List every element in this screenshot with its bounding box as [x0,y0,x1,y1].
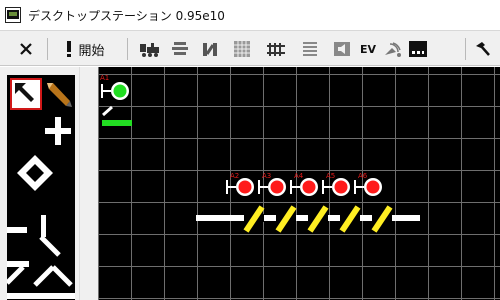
cross-piece[interactable] [43,115,73,147]
hammer-button[interactable] [468,36,496,62]
toolbar-separator [127,38,128,60]
stack-button[interactable] [166,36,194,62]
signal-label: A5 [326,172,336,180]
title-bar: デスクトップステーション 0.95e10 [0,0,500,30]
signal-lamp [334,180,348,194]
ev-button[interactable]: EV [356,36,380,62]
palette-scrollbar[interactable] [79,67,98,300]
start-label: 開始 [78,43,105,59]
signal-label: A2 [230,172,240,180]
layout-grid [98,67,500,300]
signal-lamp [113,84,127,98]
list-button[interactable] [296,36,324,62]
arrow-tool[interactable] [10,78,42,110]
grid-panel-icon [234,41,250,57]
on-display-button[interactable] [404,36,432,62]
window-title: デスクトップステーション 0.95e10 [28,9,225,23]
close-icon [20,43,32,55]
tool-palette [7,75,75,300]
signal-lamp [270,180,284,194]
exclamation-icon [67,41,72,57]
toolbar: 開始 EV [0,30,500,66]
sound-icon [334,42,350,56]
track-pieces[interactable] [7,215,75,300]
list-icon [303,42,317,56]
signal-lamp [302,180,316,194]
close-button[interactable] [12,36,40,62]
locomotive-icon [140,43,159,57]
signal-label: A1 [100,74,110,82]
arrow-icon [15,83,34,102]
diamond-piece[interactable] [15,153,55,193]
signal-label: A6 [358,172,368,180]
rail-icon [267,43,285,56]
track-segment [102,105,113,117]
toolbar-separator [465,38,466,60]
locomotive-button[interactable] [136,36,164,62]
app-icon [5,7,21,23]
layout-canvas[interactable]: A1 A2 A3 A4 A5 A6 [98,67,500,300]
turnout-icon [203,43,217,56]
sound-button[interactable] [328,36,356,62]
signal-lamp [238,180,252,194]
satellite-icon [385,42,401,57]
stack-icon [172,42,188,55]
signal-label: A3 [262,172,272,180]
start-button[interactable]: 開始 [55,36,115,62]
on-display-icon [409,41,427,57]
turnout-button[interactable] [196,36,224,62]
signal-lamp [366,180,380,194]
satellite-button[interactable] [380,36,404,62]
hammer-icon [476,42,490,56]
pencil-tool[interactable] [43,79,73,111]
toolbar-separator [47,38,48,60]
rail-button[interactable] [262,36,290,62]
signal-label: A4 [294,172,304,180]
grid-panel-button[interactable] [228,36,256,62]
tool-palette-panel [0,67,98,300]
